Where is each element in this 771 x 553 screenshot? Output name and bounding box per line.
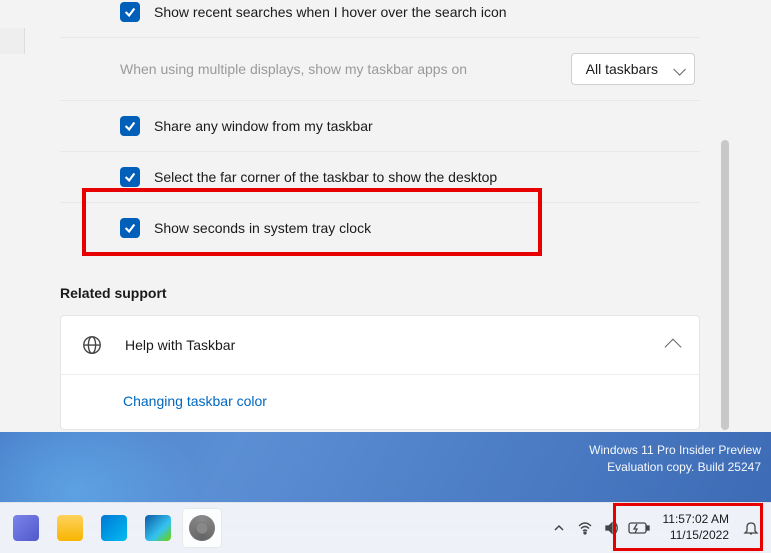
tray-volume[interactable] [599, 508, 623, 548]
option-label: Show seconds in system tray clock [154, 220, 371, 236]
checkbox-share-window[interactable] [120, 116, 140, 136]
checkbox-far-corner[interactable] [120, 167, 140, 187]
option-label: Show recent searches when I hover over t… [154, 4, 507, 20]
tray-clock[interactable]: 11:57:02 AM 11/15/2022 [655, 512, 738, 543]
tray-battery[interactable] [625, 508, 653, 548]
taskbar-apps [0, 508, 222, 548]
help-title: Help with Taskbar [125, 337, 667, 353]
battery-icon [628, 521, 650, 535]
settings-panel: Show recent searches when I hover over t… [40, 0, 730, 432]
check-icon [123, 170, 137, 184]
taskbar-app-teams[interactable] [6, 508, 46, 548]
dropdown-taskbar-displays[interactable]: All taskbars [571, 53, 695, 85]
taskbar-app-store[interactable] [94, 508, 134, 548]
taskbar: 11:57:02 AM 11/15/2022 [0, 502, 771, 553]
store-icon [101, 515, 127, 541]
watermark-line2: Evaluation copy. Build 25247 [589, 459, 761, 476]
chevron-up-icon [553, 522, 565, 534]
chevron-up-icon [665, 339, 682, 356]
help-header[interactable]: Help with Taskbar [61, 316, 699, 374]
edge-icon [145, 515, 171, 541]
bell-icon [743, 520, 759, 536]
taskbar-app-edge[interactable] [138, 508, 178, 548]
option-recent-searches[interactable]: Show recent searches when I hover over t… [60, 0, 700, 38]
tray-notifications[interactable] [739, 508, 763, 548]
taskbar-app-explorer[interactable] [50, 508, 90, 548]
clock-date: 11/15/2022 [663, 528, 730, 544]
dropdown-value: All taskbars [586, 61, 658, 77]
option-multi-display: When using multiple displays, show my ta… [60, 38, 700, 101]
checkbox-recent-searches[interactable] [120, 2, 140, 22]
check-icon [123, 119, 137, 133]
option-label: Share any window from my taskbar [154, 118, 373, 134]
tray-wifi[interactable] [573, 508, 597, 548]
windows-watermark: Windows 11 Pro Insider Preview Evaluatio… [589, 442, 761, 476]
option-label: When using multiple displays, show my ta… [120, 61, 467, 77]
globe-icon [81, 334, 103, 356]
help-link[interactable]: Changing taskbar color [123, 393, 267, 409]
teams-icon [13, 515, 39, 541]
help-link-row[interactable]: Changing taskbar color [61, 374, 699, 429]
section-title-related: Related support [60, 285, 700, 301]
option-far-corner[interactable]: Select the far corner of the taskbar to … [60, 152, 700, 203]
option-show-seconds[interactable]: Show seconds in system tray clock [60, 203, 700, 253]
folder-icon [57, 515, 83, 541]
watermark-line1: Windows 11 Pro Insider Preview [589, 442, 761, 459]
check-icon [123, 5, 137, 19]
option-share-window[interactable]: Share any window from my taskbar [60, 101, 700, 152]
help-card: Help with Taskbar Changing taskbar color [60, 315, 700, 430]
taskbar-app-settings[interactable] [182, 508, 222, 548]
speaker-icon [603, 520, 619, 536]
sidebar-stub [0, 28, 25, 54]
tray-overflow[interactable] [547, 508, 571, 548]
gear-icon [189, 515, 215, 541]
system-tray: 11:57:02 AM 11/15/2022 [547, 508, 771, 548]
clock-time: 11:57:02 AM [663, 512, 730, 528]
check-icon [123, 221, 137, 235]
scrollbar[interactable] [721, 140, 729, 430]
option-label: Select the far corner of the taskbar to … [154, 169, 497, 185]
wifi-icon [577, 520, 593, 536]
desktop-wallpaper: Windows 11 Pro Insider Preview Evaluatio… [0, 432, 771, 502]
checkbox-show-seconds[interactable] [120, 218, 140, 238]
